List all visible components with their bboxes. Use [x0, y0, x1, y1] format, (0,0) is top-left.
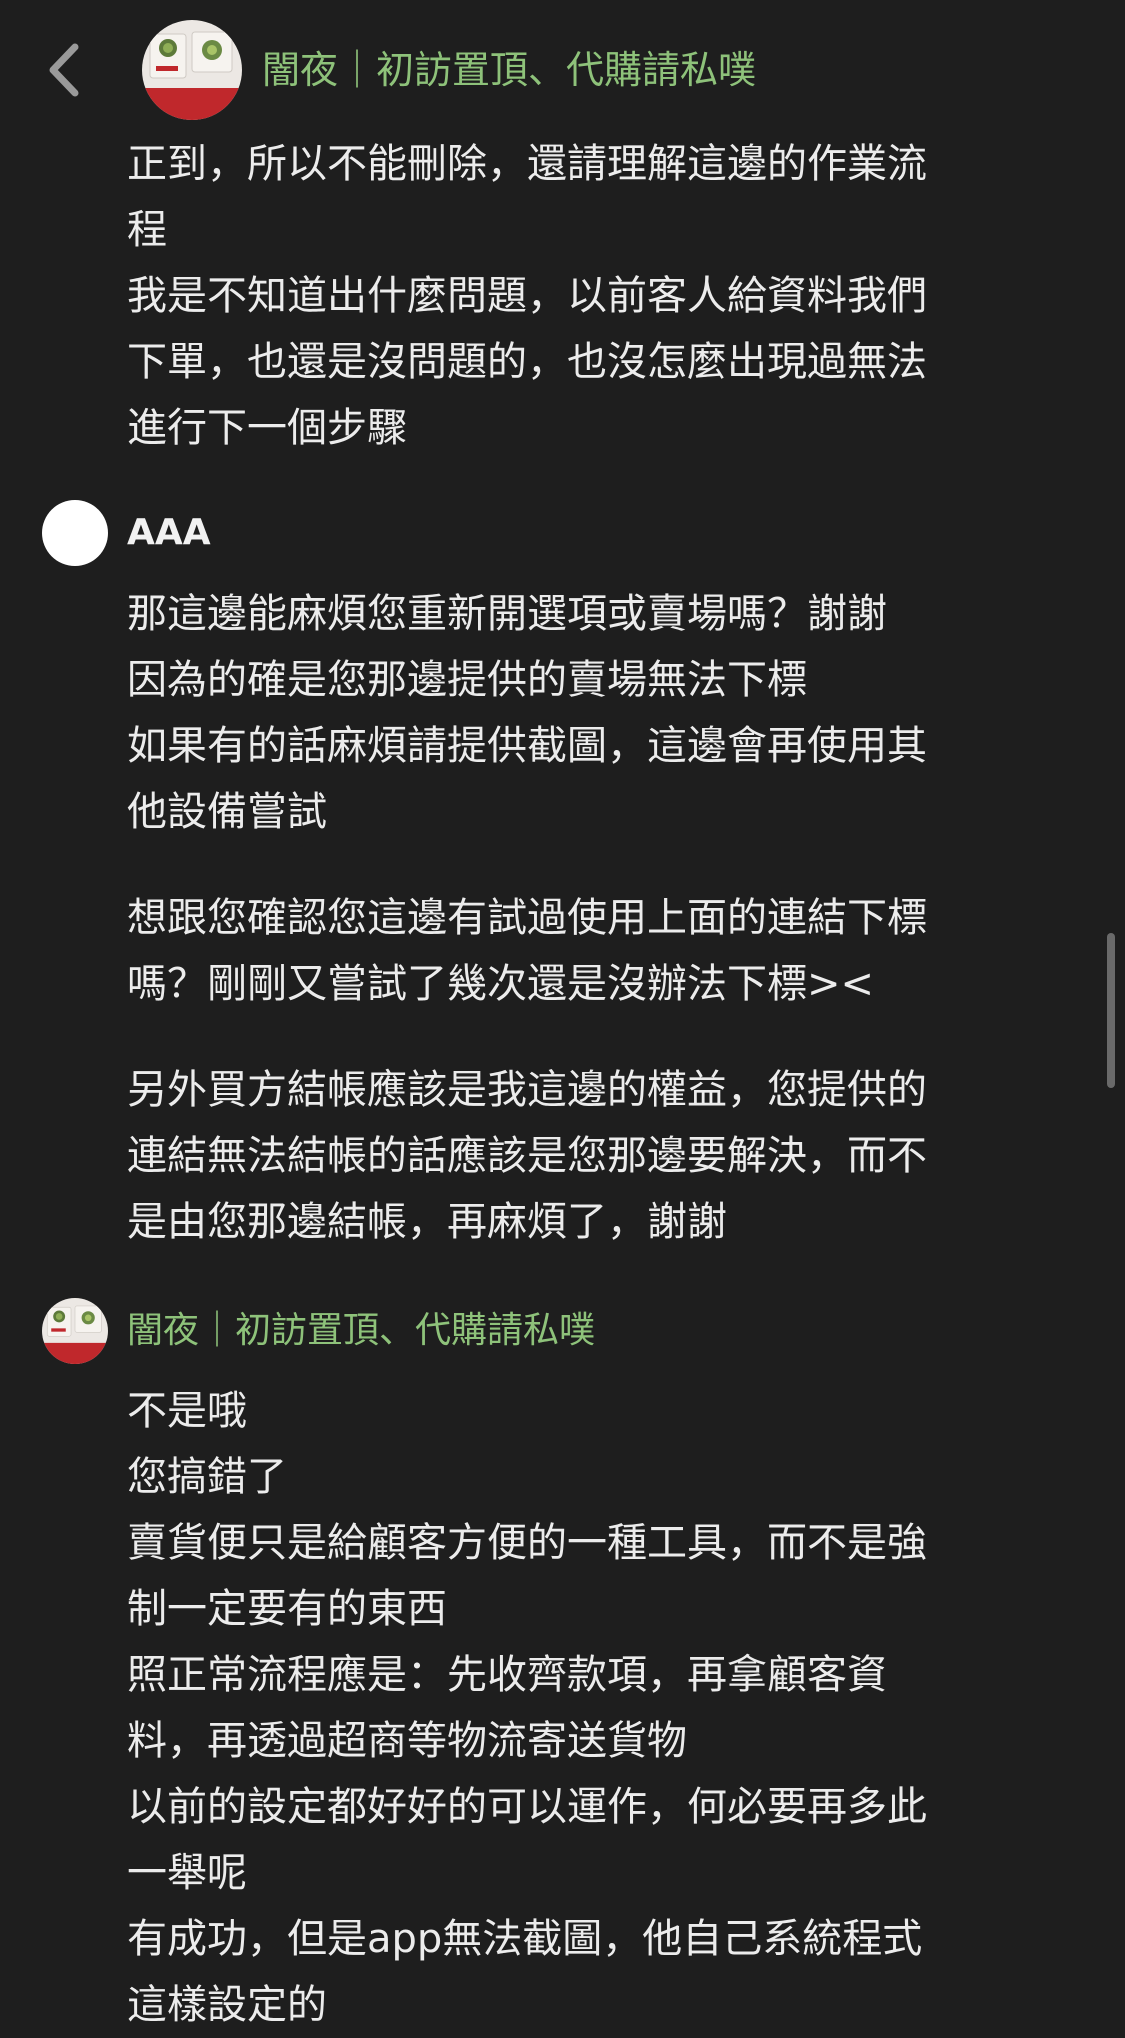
message-line: 一舉呢 [127, 1850, 247, 1896]
message-line: 我是不知道出什麼問題，以前客人給資料我們 [127, 273, 927, 319]
message-line: 是由您那邊結帳，再麻煩了，謝謝 [127, 1199, 727, 1245]
store-avatar-image [142, 20, 242, 120]
message-line: 這樣設定的 [127, 1982, 327, 2028]
message-body: 正到，所以不能刪除，還請理解這邊的作業流 程 我是不知道出什麼問題，以前客人給資… [127, 131, 1047, 461]
store-avatar[interactable] [42, 1298, 108, 1364]
message-line: 他設備嘗試 [127, 789, 327, 835]
message-line: 照正常流程應是：先收齊款項，再拿顧客資 [127, 1652, 887, 1698]
message-line: 嗎？剛剛又嘗試了幾次還是沒辦法下標>< [127, 961, 875, 1007]
message-line: 正到，所以不能刪除，還請理解這邊的作業流 [127, 141, 927, 187]
store-avatar[interactable] [142, 20, 242, 120]
message-line: 因為的確是您那邊提供的賣場無法下標 [127, 657, 807, 703]
chat-header: 闇夜｜初訪置頂、代購請私噗 [0, 0, 1125, 138]
message-body: 那這邊能麻煩您重新開選項或賣場嗎？謝謝 因為的確是您那邊提供的賣場無法下標 如果… [127, 581, 1047, 1255]
chat-title[interactable]: 闇夜｜初訪置頂、代購請私噗 [262, 46, 756, 94]
user-avatar[interactable] [42, 500, 108, 566]
message-line: 有成功，但是app無法截圖，他自己系統程式 [127, 1916, 923, 1962]
message-line: 進行下一個步驟 [127, 405, 407, 451]
message-line: 制一定要有的東西 [127, 1586, 447, 1632]
message-line: 以前的設定都好好的可以運作，何必要再多此 [127, 1784, 927, 1830]
message-line: 另外買方結帳應該是我這邊的權益，您提供的 [127, 1067, 927, 1113]
chevron-left-icon [49, 43, 79, 97]
store-avatar-image [42, 1298, 108, 1364]
message-line: 那這邊能麻煩您重新開選項或賣場嗎？謝謝 [127, 591, 887, 637]
scrollbar-thumb[interactable] [1107, 933, 1115, 1088]
message-line: 如果有的話麻煩請提供截圖，這邊會再使用其 [127, 723, 927, 769]
message-line: 想跟您確認您這邊有試過使用上面的連結下標 [127, 895, 927, 941]
message-line: 程 [127, 207, 167, 253]
message-line: 您搞錯了 [127, 1454, 287, 1500]
back-button[interactable] [38, 36, 90, 104]
message-line: 連結無法結帳的話應該是您那邊要解決，而不 [127, 1133, 927, 1179]
message-line: 賣貨便只是給顧客方便的一種工具，而不是強 [127, 1520, 927, 1566]
message-line: 不是哦 [127, 1388, 247, 1434]
sender-name[interactable]: AAA [127, 510, 211, 556]
sender-name[interactable]: 闇夜｜初訪置頂、代購請私噗 [127, 1308, 595, 1354]
message-body: 不是哦 您搞錯了 賣貨便只是給顧客方便的一種工具，而不是強 制一定要有的東西 照… [127, 1378, 1047, 2038]
message-line: 料，再透過超商等物流寄送貨物 [127, 1718, 687, 1764]
message-line: 下單，也還是沒問題的，也沒怎麼出現過無法 [127, 339, 927, 385]
